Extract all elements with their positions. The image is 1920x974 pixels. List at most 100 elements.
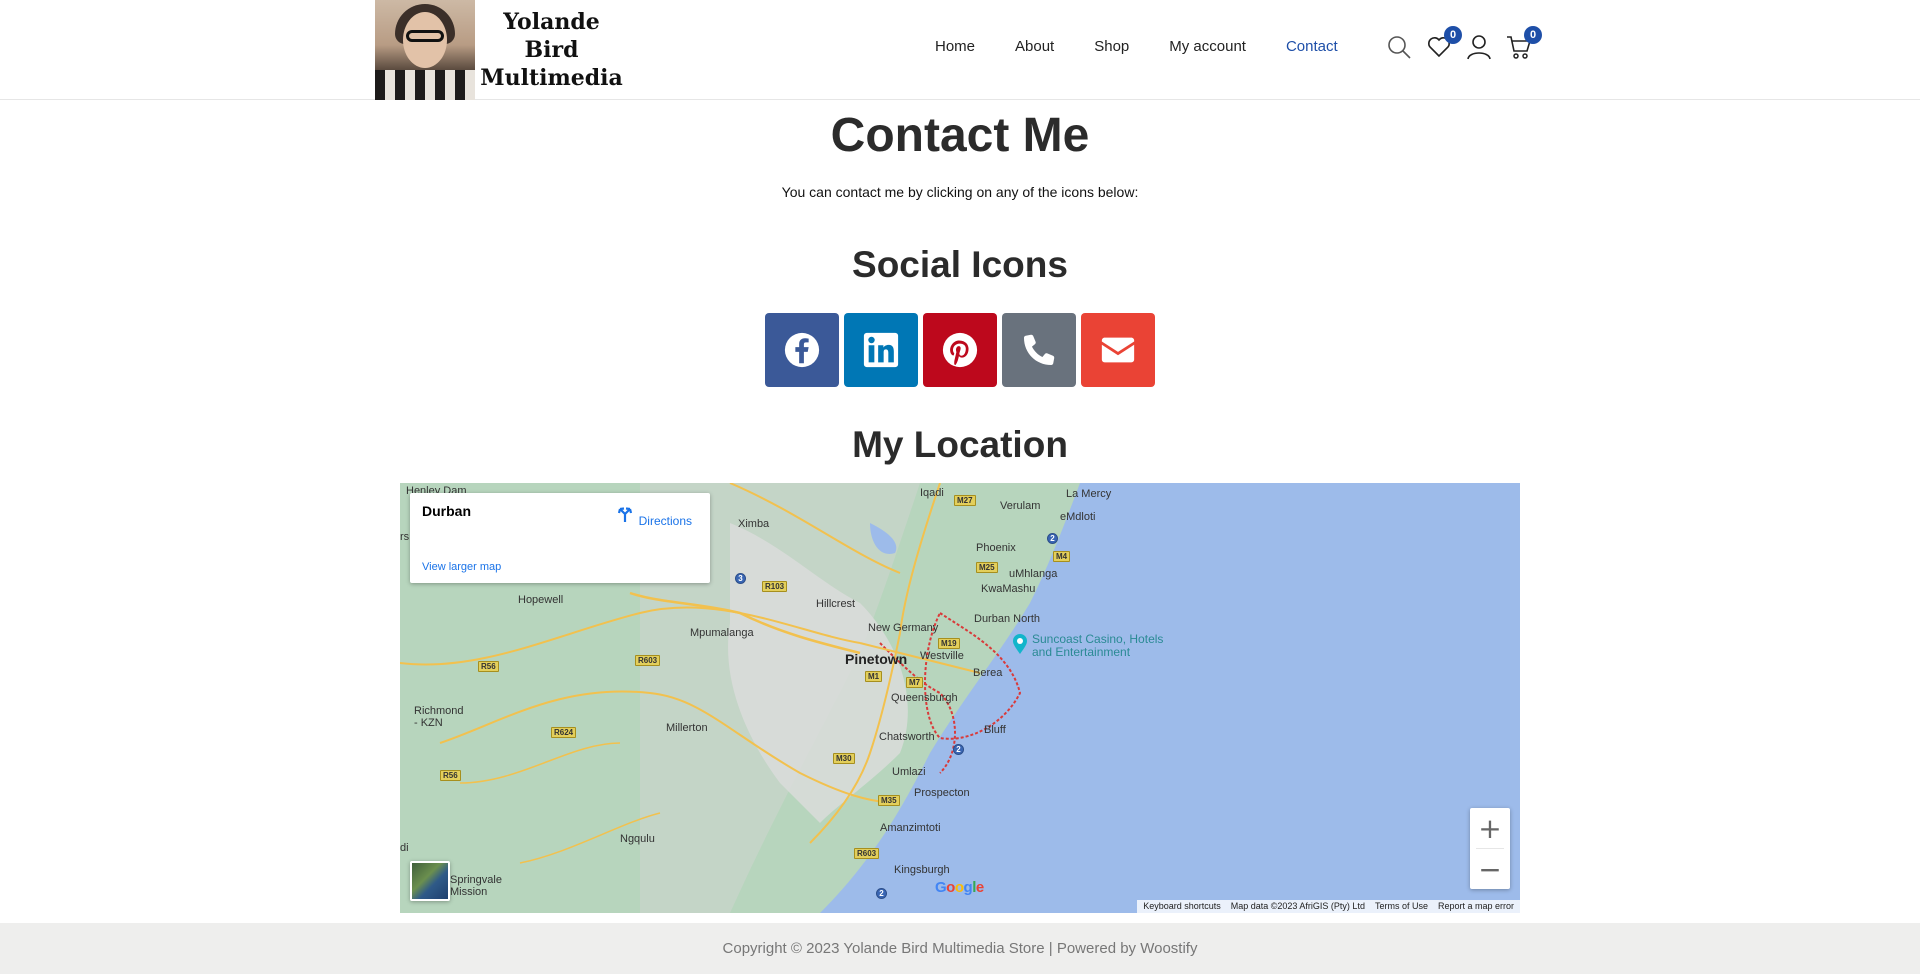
map-label-mpumalanga: Mpumalanga	[690, 627, 754, 639]
map-label-richmond: Richmond - KZN	[414, 705, 464, 729]
logo-line: Multimedia	[480, 65, 623, 91]
intro-text: You can contact me by clicking on any of…	[781, 184, 1139, 200]
map-label-kingsburgh: Kingsburgh	[894, 864, 950, 876]
route-marker: 2	[1047, 533, 1058, 544]
map-label-ximba: Ximba	[738, 518, 770, 530]
route-marker: M25	[976, 562, 998, 573]
directions-icon	[618, 507, 633, 522]
route-marker: 3	[735, 573, 746, 584]
route-marker: M19	[938, 638, 960, 649]
site-footer: Copyright © 2023 Yolande Bird Multimedia…	[0, 923, 1920, 974]
nav-item-contact[interactable]: Contact	[1286, 38, 1338, 55]
map-label-millerton: Millerton	[666, 722, 708, 734]
map-poi-casino[interactable]: Suncoast Casino, Hotels and Entertainmen…	[1032, 633, 1163, 659]
site-logo[interactable]: Yolande Bird Multimedia	[375, 0, 628, 100]
map-data-credit: Map data ©2023 AfriGIS (Pty) Ltd	[1230, 901, 1365, 911]
map-label-chatsworth: Chatsworth	[879, 731, 935, 743]
cart-count-badge: 0	[1524, 26, 1542, 44]
search-icon[interactable]	[1386, 34, 1412, 60]
route-marker: M7	[906, 677, 924, 688]
map-label-amanzimtoti: Amanzimtoti	[880, 822, 941, 834]
nav-item-about[interactable]: About	[1015, 38, 1054, 55]
header-icons: 0 0	[1386, 26, 1542, 60]
map-label-durban-north: Durban North	[974, 613, 1041, 625]
facebook-button[interactable]	[765, 313, 839, 387]
directions-label: Directions	[638, 514, 692, 528]
zoom-out-button[interactable]: −	[1470, 849, 1510, 889]
site-header: Yolande Bird Multimedia Home About Shop …	[0, 0, 1920, 100]
map-label-hopewell: Hopewell	[518, 594, 564, 606]
phone-button[interactable]	[1002, 313, 1076, 387]
route-marker: 2	[876, 888, 887, 899]
cart-icon[interactable]: 0	[1506, 26, 1542, 60]
casino-pin-icon[interactable]	[1012, 633, 1028, 655]
directions-link[interactable]: Directions	[615, 503, 692, 528]
route-marker: R624	[551, 727, 577, 738]
route-marker: M27	[954, 495, 976, 506]
map-label-verulam: Verulam	[1000, 500, 1041, 512]
map-zoom-controls: + −	[1470, 808, 1510, 889]
wishlist-count-badge: 0	[1444, 26, 1462, 44]
satellite-toggle[interactable]	[410, 861, 450, 901]
map-label-di: di	[400, 842, 409, 854]
map-label-iqadi: Iqadi	[920, 487, 944, 499]
route-marker: R603	[635, 655, 661, 666]
route-marker: R56	[478, 661, 499, 672]
route-marker: R56	[440, 770, 461, 781]
main-nav: Home About Shop My account Contact	[935, 38, 1378, 55]
social-icons	[765, 313, 1155, 387]
map-label-queensburgh: Queensburgh	[891, 692, 958, 704]
map-attribution: Keyboard shortcuts Map data ©2023 AfriGI…	[1137, 900, 1520, 913]
route-marker: M1	[865, 671, 883, 682]
social-icons-heading: Social Icons	[852, 244, 1068, 285]
map-label-ngqulu: Ngqulu	[620, 833, 655, 845]
email-button[interactable]	[1081, 313, 1155, 387]
page-title: Contact Me	[830, 109, 1090, 162]
map-label-bluff: Bluff	[984, 724, 1006, 736]
map-label-prospecton: Prospecton	[914, 787, 970, 799]
map-place-name: Durban	[422, 503, 471, 519]
user-icon[interactable]	[1466, 34, 1492, 60]
report-map-error-link[interactable]: Report a map error	[1438, 900, 1514, 913]
envelope-icon	[1101, 337, 1135, 363]
route-marker: 2	[953, 744, 964, 755]
nav-item-my-account[interactable]: My account	[1169, 38, 1246, 55]
map-label-berea: Berea	[973, 667, 1003, 679]
map-label-springvale: Springvale Mission	[450, 874, 502, 898]
map-label-umlazi: Umlazi	[892, 766, 926, 778]
map-label-rs: rs	[400, 531, 410, 543]
my-location-heading: My Location	[852, 424, 1068, 465]
footer-copyright: Copyright © 2023 Yolande Bird Multimedia…	[722, 940, 1198, 957]
nav-item-shop[interactable]: Shop	[1094, 38, 1129, 55]
google-logo: Google	[935, 879, 984, 896]
terms-of-use-link[interactable]: Terms of Use	[1375, 900, 1428, 913]
map-label-la-mercy: La Mercy	[1066, 488, 1112, 500]
pinterest-icon	[942, 332, 978, 368]
heart-icon[interactable]: 0	[1426, 26, 1462, 60]
google-map[interactable]: Henley Dam rs Iqadi Verulam La Mercy eMd…	[400, 483, 1520, 913]
pinterest-button[interactable]	[923, 313, 997, 387]
route-marker: M35	[878, 795, 900, 806]
map-label-pinetown: Pinetown	[845, 651, 908, 667]
linkedin-icon	[863, 332, 899, 368]
map-label-kwamashu: KwaMashu	[981, 583, 1036, 595]
logo-text: Yolande Bird Multimedia	[475, 0, 628, 100]
map-label-new-germany: New Germany	[868, 622, 939, 634]
route-marker: R603	[854, 848, 880, 859]
map-label-hillcrest: Hillcrest	[816, 598, 856, 610]
map-info-card: Durban Directions View larger map	[410, 493, 710, 583]
linkedin-button[interactable]	[844, 313, 918, 387]
route-marker: M30	[833, 753, 855, 764]
phone-icon	[1023, 334, 1055, 366]
logo-portrait-image	[375, 0, 475, 100]
map-label-emdloti: eMdloti	[1060, 511, 1096, 523]
map-label-umhlanga: uMhlanga	[1009, 568, 1058, 580]
nav-item-home[interactable]: Home	[935, 38, 975, 55]
map-label-phoenix: Phoenix	[976, 542, 1016, 554]
view-larger-map-link[interactable]: View larger map	[422, 561, 501, 573]
zoom-in-button[interactable]: +	[1470, 808, 1510, 848]
facebook-icon	[784, 332, 820, 368]
logo-line: Yolande	[503, 9, 600, 35]
keyboard-shortcuts-link[interactable]: Keyboard shortcuts	[1143, 900, 1221, 913]
map-label-westville: Westville	[920, 650, 964, 662]
